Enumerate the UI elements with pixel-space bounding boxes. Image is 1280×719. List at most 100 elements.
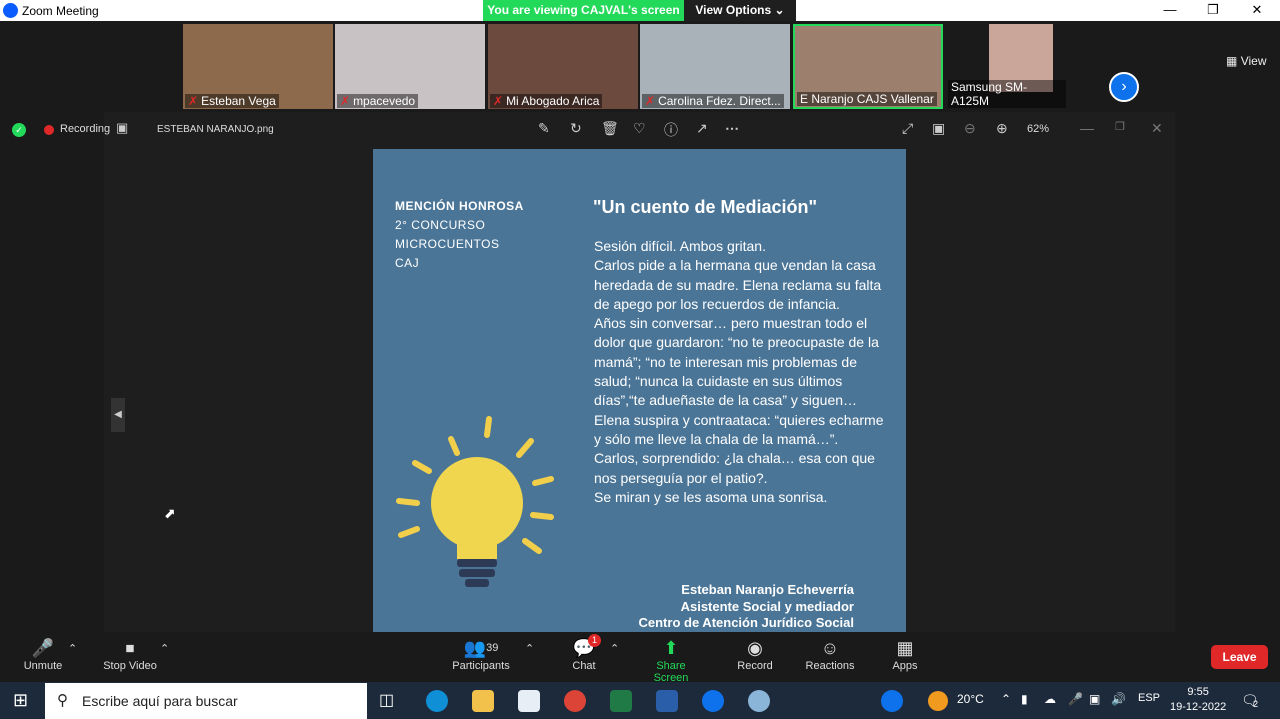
edge-icon[interactable]	[426, 690, 448, 712]
shield-check-icon[interactable]: ✓	[12, 123, 26, 137]
next-page-button[interactable]: ›	[1109, 72, 1139, 102]
onedrive-icon[interactable]: ☁	[1044, 692, 1056, 706]
share-screen-button[interactable]: ⬆ Share Screen	[638, 636, 704, 684]
fullscreen-icon[interactable]: ⤢	[902, 120, 913, 137]
participant-tile-active-speaker[interactable]: E Naranjo CAJS Vallenar	[793, 24, 943, 109]
reactions-button[interactable]: ☺ Reactions	[805, 636, 855, 672]
apps-label: Apps	[892, 660, 918, 672]
apps-button[interactable]: ▦ Apps	[890, 636, 920, 672]
task-view-icon[interactable]: ◫	[379, 690, 401, 712]
viewer-close-icon[interactable]: ✕	[1151, 120, 1163, 137]
participant-tile[interactable]: Samsung SM-A125M	[946, 24, 1066, 109]
windows-start-icon[interactable]: ⊞	[13, 690, 28, 711]
close-icon[interactable]: ✕	[1242, 2, 1272, 18]
participant-name: mpacevedo	[353, 94, 416, 108]
clock-date: 19-12-2022	[1170, 701, 1227, 713]
volume-icon[interactable]: 🔊	[1111, 692, 1126, 706]
zoom-taskbar-icon[interactable]	[702, 690, 724, 712]
chrome-icon[interactable]	[564, 690, 586, 712]
reactions-icon: ☺	[820, 638, 840, 658]
view-label: View	[1240, 54, 1267, 68]
mention-title: MENCIÓN HONROSA	[395, 199, 524, 213]
search-placeholder: Escribe aquí para buscar	[82, 693, 238, 709]
participants-label: Participants	[452, 660, 510, 672]
share-banner: You are viewing CAJVAL's screen	[483, 0, 684, 21]
battery-icon[interactable]: ▮	[1021, 692, 1028, 706]
leave-button[interactable]: Leave	[1211, 645, 1268, 669]
chat-unread-badge: 1	[588, 634, 601, 647]
stop-video-label: Stop Video	[103, 660, 157, 672]
share-screen-label: Share Screen	[653, 660, 689, 684]
recording-label: Recording	[60, 123, 111, 135]
participants-icon: 👥	[463, 638, 487, 658]
participant-name: Esteban Vega	[201, 94, 276, 108]
zoom-in-icon[interactable]: ⊕	[996, 120, 1008, 137]
favorite-icon[interactable]: ♡	[633, 120, 646, 137]
fit-icon[interactable]: ▣	[932, 120, 945, 137]
language-indicator[interactable]: ESP	[1138, 692, 1160, 704]
muted-mic-icon: ✗	[188, 94, 199, 108]
more-icon[interactable]: ⋯	[725, 120, 739, 137]
weather-icon[interactable]	[928, 691, 948, 711]
author-role: Asistente Social y mediador	[680, 598, 854, 614]
mic-muted-icon: 🎤	[31, 638, 55, 658]
store-icon[interactable]	[518, 690, 540, 712]
unmute-button[interactable]: 🎤 Unmute	[22, 636, 64, 672]
word-icon[interactable]	[656, 690, 678, 712]
participant-name: Mi Abogado Arica	[506, 94, 600, 108]
zoom-out-icon[interactable]: ⊖	[964, 120, 976, 137]
rotate-icon[interactable]: ↻	[570, 120, 582, 137]
story-text: Sesión difícil. Ambos gritan. Carlos pid…	[594, 238, 884, 505]
chevron-left-icon: ◀	[114, 409, 122, 420]
participant-tile[interactable]: ✗ mpacevedo	[335, 24, 485, 109]
excel-icon[interactable]	[610, 690, 632, 712]
participant-tile[interactable]: ✗ Mi Abogado Arica	[488, 24, 638, 109]
participant-tile[interactable]: ✗ Carolina Fdez. Direct...	[640, 24, 790, 109]
viewer-minimize-icon[interactable]: —	[1080, 120, 1094, 136]
chat-chevron-icon[interactable]: ⌃	[610, 642, 619, 655]
zoom-logo-icon	[3, 3, 18, 18]
temperature: 20°C	[957, 692, 984, 706]
participant-name: E Naranjo CAJS Vallenar	[797, 92, 937, 106]
record-button[interactable]: ◉ Record	[736, 636, 774, 672]
participant-gallery: ✗ Esteban Vega ✗ mpacevedo ✗ Mi Abogado Ari…	[0, 21, 1280, 110]
audio-options-chevron-icon[interactable]: ⌃	[68, 642, 77, 655]
minimize-icon[interactable]: —	[1155, 2, 1185, 17]
participants-button[interactable]: 👥39 Participants	[451, 636, 511, 672]
restore-icon[interactable]: ❐	[1198, 2, 1228, 18]
mention-line: CAJ	[395, 256, 420, 270]
recording-dot-icon	[44, 125, 54, 135]
viewer-restore-icon[interactable]: ❐	[1115, 120, 1125, 133]
muted-mic-icon: ✗	[493, 94, 504, 108]
author-block: Esteban Naranjo Echeverría Asistente Soc…	[639, 582, 855, 632]
participant-tile[interactable]: ✗ Esteban Vega	[183, 24, 333, 109]
network-icon[interactable]: ▣	[1089, 692, 1100, 706]
previous-image-button[interactable]: ◀	[111, 398, 125, 432]
share-icon[interactable]: ↗	[696, 120, 708, 137]
taskbar-clock[interactable]: 9:55 19-12-2022	[1170, 685, 1226, 715]
taskbar-search-input[interactable]: ⚲ Escribe aquí para buscar	[45, 683, 367, 719]
view-options-button[interactable]: View Options ⌄	[684, 0, 796, 21]
video-options-chevron-icon[interactable]: ⌃	[160, 642, 169, 655]
chevron-right-icon: ›	[1121, 78, 1127, 95]
record-label: Record	[737, 660, 773, 672]
help-icon[interactable]	[881, 690, 903, 712]
participants-chevron-icon[interactable]: ⌃	[525, 642, 534, 655]
stop-video-button[interactable]: ⏹ Stop Video	[101, 636, 159, 672]
muted-mic-icon: ✗	[645, 94, 656, 108]
delete-icon[interactable]: 🗑	[601, 120, 619, 137]
pause-recording-icon[interactable]: ▣	[116, 120, 128, 136]
view-button[interactable]: ▦ View	[1226, 54, 1266, 68]
file-explorer-icon[interactable]	[472, 690, 494, 712]
tray-chevron-icon[interactable]: ⌃	[1001, 692, 1011, 706]
mouse-cursor-icon: ⬈	[164, 505, 176, 521]
info-icon[interactable]: ⓘ	[664, 120, 678, 140]
edit-icon[interactable]: ✎	[538, 120, 550, 137]
file-name: ESTEBAN NARANJO.png	[157, 124, 274, 135]
app-icon[interactable]	[748, 690, 770, 712]
microphone-icon[interactable]: 🎤	[1068, 692, 1083, 706]
clock-time: 9:55	[1187, 686, 1209, 698]
muted-mic-icon: ✗	[340, 94, 351, 108]
chevron-down-icon: ⌄	[774, 3, 785, 17]
lightbulb-icon	[396, 416, 554, 587]
